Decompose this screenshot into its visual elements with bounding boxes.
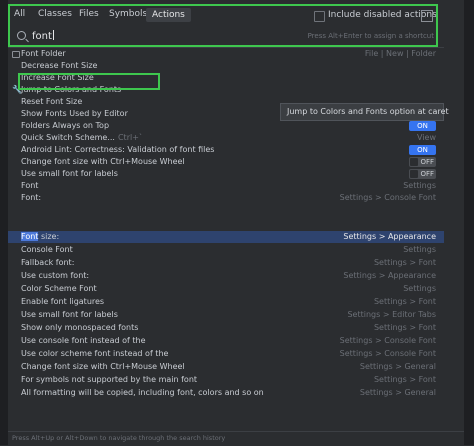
list-item[interactable]: Use color scheme font instead of the Set… bbox=[8, 348, 444, 360]
list-item[interactable]: Decrease Font Size bbox=[8, 60, 444, 72]
list-item-location: Settings > Font bbox=[373, 297, 436, 306]
tab-bar: All Classes Files Symbols Actions Includ… bbox=[8, 0, 464, 28]
list-item-label: Use console font instead of the bbox=[21, 336, 146, 345]
tab-all[interactable]: All bbox=[14, 9, 25, 19]
status-footer: Press Alt+Up or Alt+Down to navigate thr… bbox=[8, 431, 464, 446]
list-item-label: Reset Font Size bbox=[21, 97, 83, 106]
list-item-label: Decrease Font Size bbox=[21, 61, 98, 70]
list-item-selected[interactable]: Font size: Settings > Appearance bbox=[8, 231, 444, 243]
list-item-location: Settings > Appearance bbox=[343, 271, 436, 280]
search-input-value: font bbox=[32, 31, 52, 42]
list-item-label: Use color scheme font instead of the bbox=[21, 349, 169, 358]
list-item-location: View bbox=[417, 133, 436, 142]
list-item-location: Settings > General bbox=[359, 362, 436, 371]
list-item[interactable]: Increase Font Size bbox=[8, 72, 444, 84]
list-item-label: Font bbox=[21, 181, 39, 190]
editor-gutter bbox=[0, 0, 8, 445]
list-item-label: Color Scheme Font bbox=[21, 284, 97, 293]
shortcut-hint: Ctrl+` bbox=[117, 133, 143, 142]
list-item[interactable]: Show only monospaced fonts Settings > Fo… bbox=[8, 322, 444, 334]
list-item-location: Settings bbox=[403, 245, 436, 254]
list-item[interactable]: Console Font Settings bbox=[8, 244, 444, 256]
list-item-location: File | New | Folder bbox=[364, 49, 436, 58]
list-item-label: Font: bbox=[21, 193, 42, 202]
list-item-label: Console Font bbox=[21, 245, 73, 254]
list-item-label: Android Lint: Correctness: Validation of… bbox=[21, 145, 215, 154]
list-item[interactable]: Android Lint: Correctness: Validation of… bbox=[8, 144, 444, 156]
tab-symbols[interactable]: Symbols bbox=[109, 9, 147, 19]
search-icon bbox=[17, 31, 26, 40]
list-item-location: Settings > General bbox=[359, 388, 436, 397]
tab-files[interactable]: Files bbox=[79, 9, 99, 19]
list-item[interactable]: Use small font for labels OFF bbox=[8, 168, 444, 180]
list-item[interactable]: Font Folder File | New | Folder bbox=[8, 48, 444, 60]
list-item[interactable]: Change font size with Ctrl+Mouse Wheel S… bbox=[8, 361, 444, 373]
list-item[interactable]: Fallback font: Settings > Font bbox=[8, 257, 444, 269]
list-item-label: All formatting will be copied, including… bbox=[21, 388, 264, 397]
list-item-location: Settings > Font bbox=[373, 375, 436, 384]
folder-icon bbox=[12, 51, 20, 58]
toggle-switch[interactable]: OFF bbox=[409, 157, 436, 167]
editor-right-edge bbox=[463, 0, 474, 445]
list-item-location: Settings > Console Font bbox=[339, 336, 436, 345]
list-item-location: Settings bbox=[403, 181, 436, 190]
tooltip: Jump to Colors and Fonts option at caret bbox=[280, 103, 449, 121]
list-item[interactable]: Enable font ligatures Settings > Font bbox=[8, 296, 444, 308]
list-item-text: size: bbox=[38, 232, 60, 241]
toggle-switch[interactable]: OFF bbox=[409, 169, 436, 179]
list-item-text: Quick Switch Scheme... bbox=[21, 133, 115, 142]
list-item-label: For symbols not supported by the main fo… bbox=[21, 375, 198, 384]
text-caret bbox=[52, 30, 54, 40]
list-item-label: Fallback font: bbox=[21, 258, 75, 267]
list-item-location: Settings > Font bbox=[373, 258, 436, 267]
list-item-label: Font Folder bbox=[21, 49, 66, 58]
list-item[interactable]: Font Settings bbox=[8, 180, 444, 192]
list-item-label: Change font size with Ctrl+Mouse Wheel bbox=[21, 157, 185, 166]
list-item-label: Font size: bbox=[21, 231, 59, 243]
toggle-switch[interactable]: ON bbox=[409, 145, 436, 155]
list-item-location: Settings > Console Font bbox=[339, 349, 436, 358]
list-item[interactable]: Use custom font: Settings > Appearance bbox=[8, 270, 444, 282]
list-item-label: Use small font for labels bbox=[21, 310, 118, 319]
list-item[interactable]: All formatting will be copied, including… bbox=[8, 387, 444, 399]
wrench-icon: 🔧 bbox=[12, 85, 22, 94]
list-item-label: Quick Switch Scheme... Ctrl+` bbox=[21, 132, 143, 144]
list-item-label: Change font size with Ctrl+Mouse Wheel bbox=[21, 362, 185, 371]
search-everywhere-popup: All Classes Files Symbols Actions Includ… bbox=[8, 0, 464, 446]
list-item[interactable]: 🔧 Jump to Colors and Fonts bbox=[8, 84, 444, 96]
list-item-label: Show Fonts Used by Editor bbox=[21, 109, 128, 118]
list-item[interactable]: For symbols not supported by the main fo… bbox=[8, 374, 444, 386]
toggle-switch[interactable]: ON bbox=[409, 121, 436, 131]
list-item-label: Use small font for labels bbox=[21, 169, 118, 178]
tab-actions[interactable]: Actions bbox=[146, 8, 191, 22]
list-item-label: Jump to Colors and Fonts bbox=[21, 85, 122, 94]
list-item[interactable]: Color Scheme Font Settings bbox=[8, 283, 444, 295]
footer-hint: Press Alt+Up or Alt+Down to navigate thr… bbox=[12, 434, 226, 442]
tab-classes[interactable]: Classes bbox=[38, 9, 72, 19]
search-hint: Press Alt+Enter to assign a shortcut bbox=[307, 32, 434, 40]
list-item-location: Settings > Editor Tabs bbox=[347, 310, 436, 319]
list-item-location: Settings bbox=[403, 284, 436, 293]
list-item-location: Settings > Console Font bbox=[339, 193, 436, 202]
filter-icon[interactable] bbox=[421, 10, 433, 22]
list-item[interactable]: Use small font for labels Settings > Edi… bbox=[8, 309, 444, 321]
list-item-label: Show only monospaced fonts bbox=[21, 323, 139, 332]
list-item-location: Settings > Appearance bbox=[343, 232, 436, 241]
match-highlight: Font bbox=[21, 232, 39, 241]
list-item[interactable]: Use console font instead of the Settings… bbox=[8, 335, 444, 347]
list-item-label: Use custom font: bbox=[21, 271, 90, 280]
list-item-location: Settings > Font bbox=[373, 323, 436, 332]
list-item[interactable]: Change font size with Ctrl+Mouse Wheel O… bbox=[8, 156, 444, 168]
search-field[interactable]: font Press Alt+Enter to assign a shortcu… bbox=[8, 26, 464, 46]
include-disabled-checkbox[interactable] bbox=[314, 11, 325, 22]
list-item-label: Folders Always on Top bbox=[21, 121, 110, 130]
list-item[interactable]: Folders Always on Top ON bbox=[8, 120, 444, 132]
list-item-label: Enable font ligatures bbox=[21, 297, 105, 306]
list-item[interactable]: Quick Switch Scheme... Ctrl+` View bbox=[8, 132, 444, 144]
list-item[interactable]: Font: Settings > Console Font bbox=[8, 192, 444, 204]
list-item-label: Increase Font Size bbox=[21, 73, 94, 82]
search-input[interactable]: font bbox=[32, 30, 54, 42]
